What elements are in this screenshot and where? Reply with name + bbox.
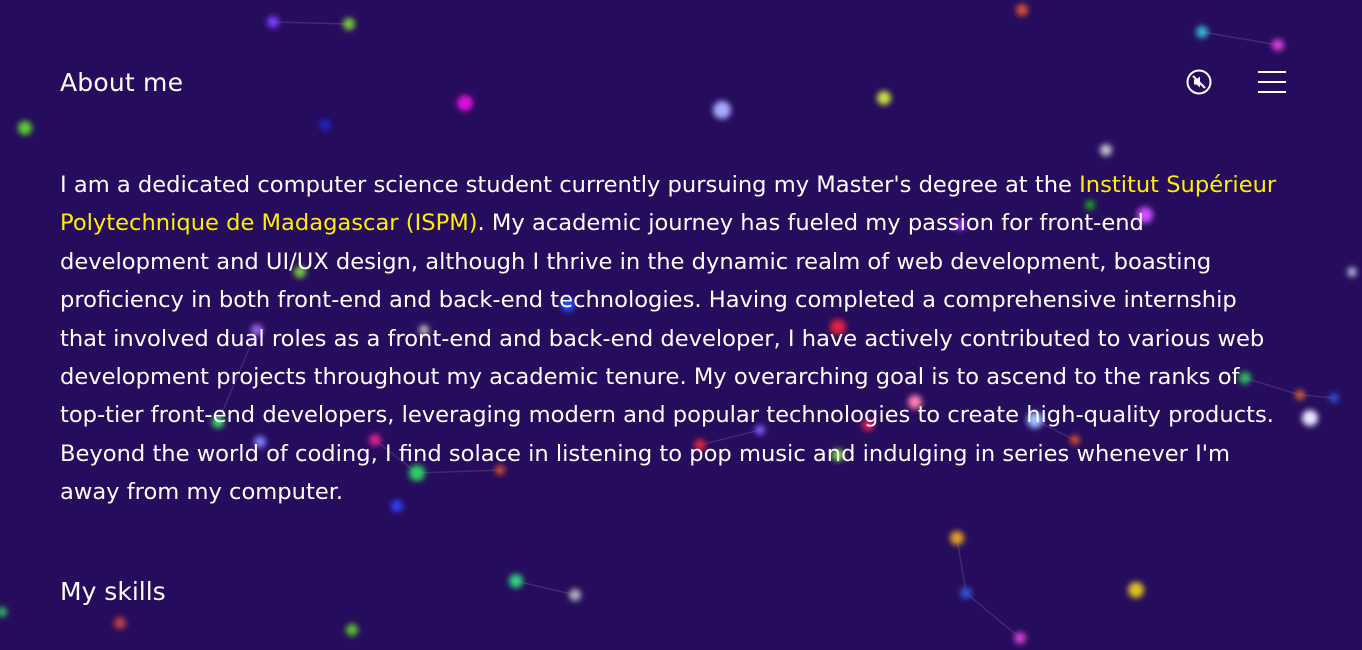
about-text-body: . My academic journey has fueled my pass… [60, 210, 1274, 506]
hamburger-menu-icon [1258, 71, 1286, 73]
about-me-title: About me [60, 68, 184, 97]
about-text-intro: I am a dedicated computer science studen… [60, 172, 1080, 198]
sound-toggle-button[interactable] [1186, 69, 1212, 95]
header: About me [60, 60, 1302, 104]
about-paragraph: I am a dedicated computer science studen… [60, 166, 1280, 512]
hamburger-menu-icon [1258, 81, 1286, 83]
my-skills-title: My skills [60, 577, 166, 606]
sound-mute-icon [1186, 69, 1212, 95]
about-page: About me I am a dedicated computer scien… [0, 0, 1362, 650]
hamburger-menu-icon [1258, 91, 1286, 93]
menu-button[interactable] [1258, 70, 1286, 94]
